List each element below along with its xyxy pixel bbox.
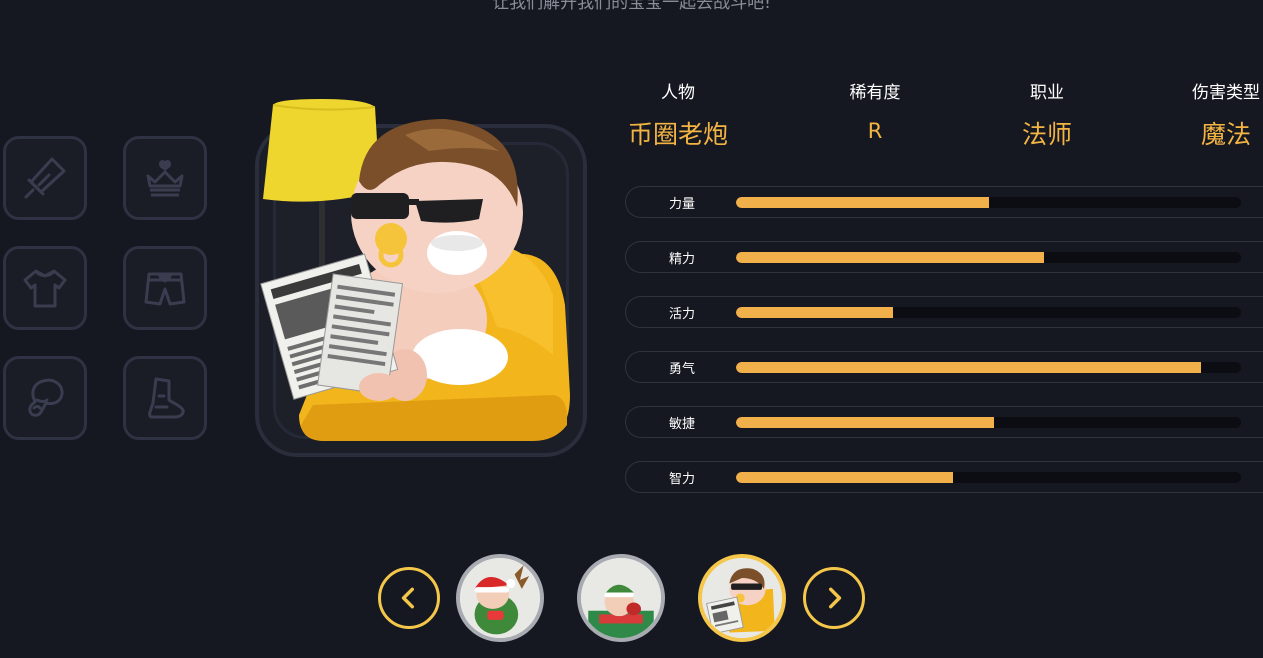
stat-row: 智力 [625,461,1263,493]
stat-bar-fill [736,362,1201,373]
stat-bar-track [736,252,1241,263]
rarity-label: 稀有度 [849,83,901,103]
damage-type-label: 伤害类型 [1192,83,1260,103]
stat-bar-track [736,197,1241,208]
page-subtitle: 让我们解开我们的宝宝一起去战斗吧! [492,0,771,13]
class-value: 法师 [1021,120,1072,149]
stat-bar-fill [736,307,893,318]
boots-slot[interactable] [123,356,207,440]
elf-baby-thumb[interactable] [456,554,544,642]
character-label: 人物 [661,83,695,103]
stat-bar-fill [736,417,994,428]
info-damage-type: 伤害类型 魔法 [1188,78,1263,151]
info-class: 职业 法师 [987,78,1107,151]
coin-veteran-thumb[interactable] [698,554,786,642]
next-button[interactable] [803,567,865,629]
shirt-icon [23,269,67,308]
stat-bar-track [736,307,1241,318]
stat-bar-track [736,472,1241,483]
stat-label: 敏捷 [668,417,695,432]
rarity-value: R [867,119,883,143]
info-rarity: 稀有度 R [815,78,935,143]
stat-bar-track [736,362,1241,373]
stat-bar-fill [736,197,989,208]
stat-label: 勇气 [668,362,695,377]
stat-label: 力量 [668,197,695,212]
info-character: 人物 币圈老炮 [598,78,758,151]
armor-slot[interactable] [3,246,87,330]
stat-bar-track [736,417,1241,428]
weapon-slot[interactable] [3,136,87,220]
stat-label: 活力 [668,307,695,322]
stat-row: 力量 [625,186,1263,218]
chevron-left-icon [401,587,414,609]
stat-row: 敏捷 [625,406,1263,438]
helmet-slot[interactable] [123,136,207,220]
gloves-slot[interactable] [3,356,87,440]
stat-bar-fill [736,472,954,483]
stat-label: 智力 [668,472,695,487]
shorts-icon [144,272,186,306]
prev-button[interactable] [378,567,440,629]
stat-row: 活力 [625,296,1263,328]
stat-label: 精力 [668,252,695,267]
pants-slot[interactable] [123,246,207,330]
character-portrait [260,99,570,441]
damage-type-value: 魔法 [1201,120,1252,149]
glove-icon [28,378,64,417]
crown-icon [146,160,184,197]
boot-icon [148,377,185,419]
sofa-elf-thumb[interactable] [577,554,665,642]
stat-bar-fill [736,252,1045,263]
class-label: 职业 [1030,83,1064,103]
stat-row: 勇气 [625,351,1263,383]
stat-row: 精力 [625,241,1263,273]
chevron-right-icon [829,587,842,609]
sword-icon [24,157,66,199]
character-value: 币圈老炮 [627,120,728,149]
